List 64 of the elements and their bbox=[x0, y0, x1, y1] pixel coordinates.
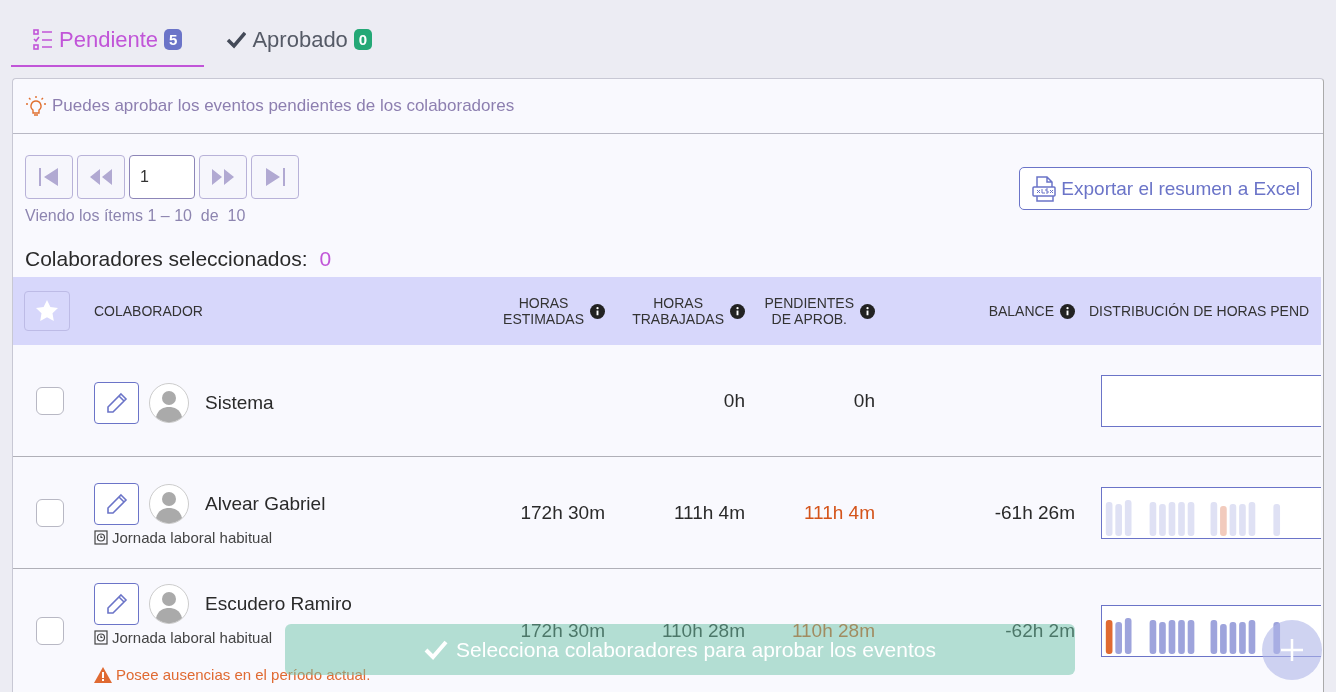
clock-icon bbox=[94, 530, 108, 545]
export-button[interactable]: Exportar el resumen a Excel bbox=[1019, 167, 1312, 210]
avatar bbox=[149, 382, 189, 423]
spreadsheet-file-icon bbox=[1031, 174, 1058, 203]
check-icon bbox=[424, 639, 449, 660]
items-summary: Viendo los ítems 1 – 10 de 10 bbox=[25, 207, 247, 225]
first-page-button[interactable] bbox=[25, 155, 73, 199]
estimated-hours: 172h 30m bbox=[520, 620, 605, 642]
edit-button[interactable] bbox=[94, 483, 139, 525]
worked-hours: 111h 4m bbox=[673, 501, 745, 524]
info-icon[interactable] bbox=[860, 303, 875, 319]
hint-text: Puedes aprobar los eventos pendientes de los colaboradores bbox=[52, 96, 515, 116]
avatar bbox=[149, 584, 189, 624]
schedule-label: Jornada laboral habitual bbox=[112, 529, 273, 546]
collaborator-name: Escudero Ramiro bbox=[205, 593, 352, 615]
page-field[interactable]: 1 bbox=[129, 155, 195, 199]
warning-text: Posee ausencias en el período actual. bbox=[116, 666, 371, 683]
tab[interactable]: Aprobado 0 bbox=[204, 14, 395, 67]
pending-hours: 110h 28m bbox=[791, 620, 875, 642]
next-page-button[interactable] bbox=[199, 155, 247, 199]
estimated-hours: 172h 30m bbox=[520, 501, 605, 524]
count-badge: 5 bbox=[164, 29, 183, 50]
pencil-icon bbox=[104, 592, 129, 616]
edit-button[interactable] bbox=[94, 583, 139, 625]
pencil-icon bbox=[104, 492, 129, 516]
info-icon[interactable] bbox=[730, 303, 745, 319]
pending-hours: 111h 4m bbox=[803, 501, 875, 524]
pending-hours: 0h bbox=[853, 389, 875, 412]
selected-label: Colaboradores seleccionados: bbox=[25, 247, 308, 271]
row-checkbox[interactable] bbox=[35, 617, 64, 645]
plus-icon bbox=[1279, 637, 1305, 663]
previous-page-button[interactable] bbox=[77, 155, 125, 199]
column-header: BALANCE bbox=[988, 303, 1054, 319]
edit-button[interactable] bbox=[94, 381, 139, 424]
tab[interactable]: Pendiente 5 bbox=[11, 14, 205, 67]
info-icon[interactable] bbox=[1060, 303, 1075, 319]
warning-icon bbox=[94, 666, 112, 683]
clock-icon bbox=[94, 630, 108, 645]
lightbulb-icon bbox=[25, 95, 47, 117]
check-icon bbox=[226, 30, 247, 49]
column-header: PENDIENTES DE APROB. bbox=[764, 295, 854, 327]
checklist-icon bbox=[33, 28, 53, 51]
column-header: HORAS TRABAJADAS bbox=[632, 295, 724, 327]
worked-hours: 0h bbox=[723, 389, 745, 412]
avatar bbox=[149, 484, 189, 524]
balance-hours: -62h 2m bbox=[1005, 620, 1075, 642]
collaborator-name: Alvear Gabriel bbox=[205, 493, 326, 515]
collaborator-name: Sistema bbox=[205, 391, 274, 414]
info-icon[interactable] bbox=[590, 303, 605, 319]
count-badge: 0 bbox=[353, 29, 373, 50]
column-header: HORAS ESTIMADAS bbox=[503, 295, 584, 327]
row-checkbox[interactable] bbox=[35, 498, 64, 527]
worked-hours: 110h 28m bbox=[661, 620, 745, 642]
star-icon bbox=[34, 299, 59, 323]
schedule-label: Jornada laboral habitual bbox=[112, 629, 273, 646]
favorites-button[interactable] bbox=[23, 291, 70, 331]
add-button[interactable] bbox=[1262, 620, 1322, 680]
pencil-icon bbox=[104, 390, 129, 415]
column-header: COLABORADOR bbox=[94, 303, 203, 319]
row-checkbox[interactable] bbox=[35, 386, 64, 415]
last-page-button[interactable] bbox=[251, 155, 299, 199]
balance-hours: -61h 26m bbox=[994, 501, 1075, 524]
column-header: DISTRIBUCIÓN DE HORAS PEND bbox=[1089, 303, 1310, 319]
selected-count: 0 bbox=[319, 247, 332, 271]
